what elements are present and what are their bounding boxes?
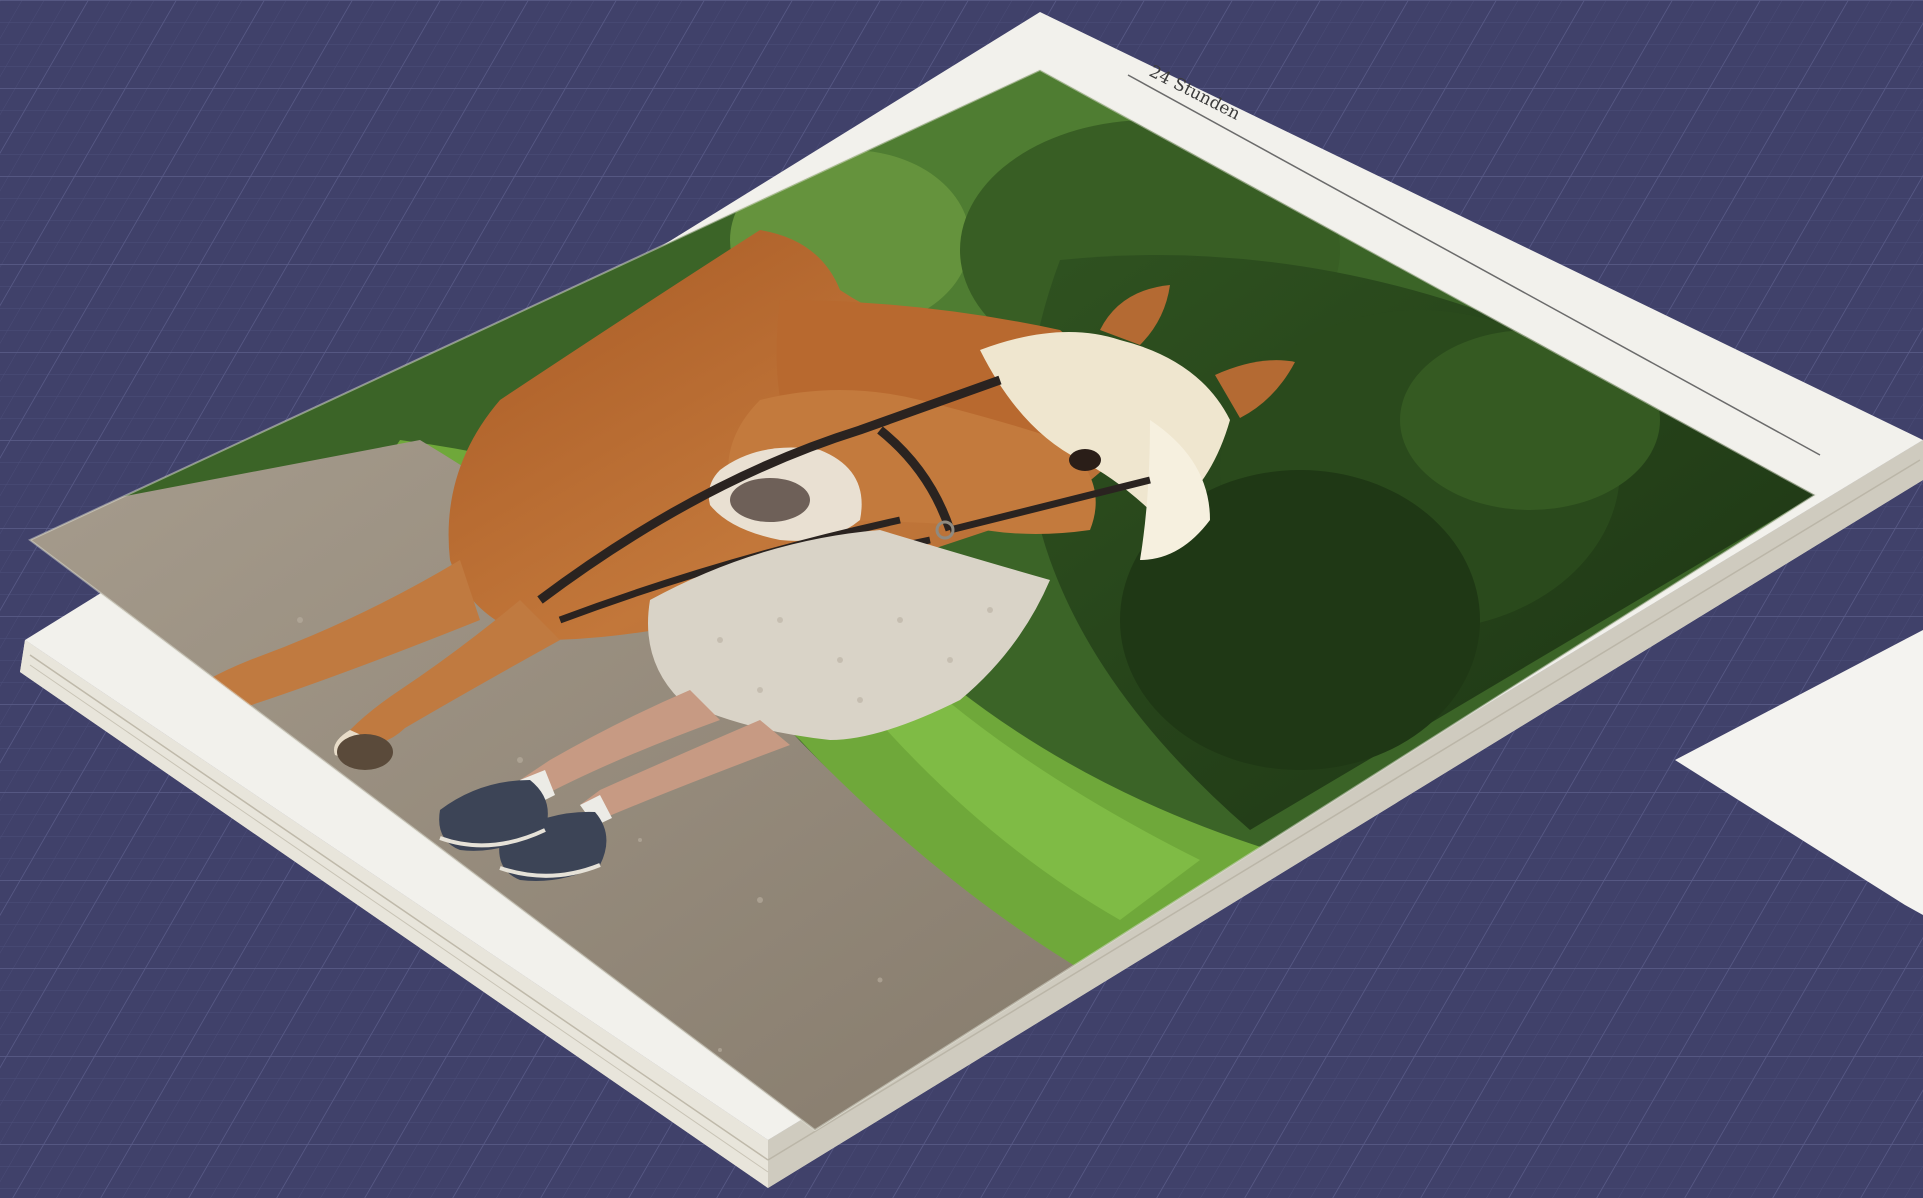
mockup-scene: 24 Stunden [0,0,1923,1198]
horse-hoof [337,734,393,770]
